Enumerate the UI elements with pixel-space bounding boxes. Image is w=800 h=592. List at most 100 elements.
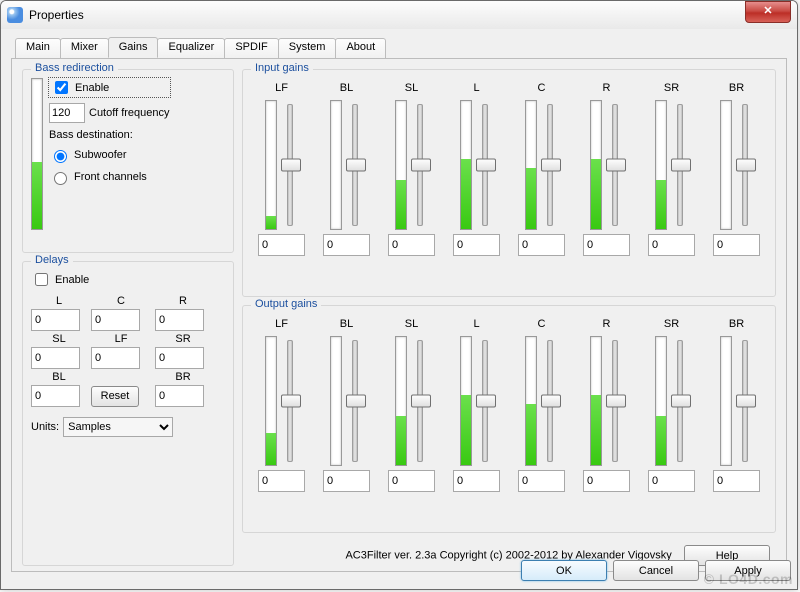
group-input-gains: Input gains LFBLSLLCRSRBR — [242, 69, 776, 297]
delays-enable-checkbox[interactable]: Enable — [31, 270, 225, 289]
input-value-input-C[interactable] — [518, 234, 565, 256]
delay-label-L: L — [31, 295, 87, 307]
input-channel-label-BR: BR — [729, 82, 744, 96]
output-value-input-SR[interactable] — [648, 470, 695, 492]
delay-input-SR[interactable] — [155, 347, 204, 369]
output-value-input-R[interactable] — [583, 470, 630, 492]
input-value-input-SR[interactable] — [648, 234, 695, 256]
cancel-button[interactable]: Cancel — [613, 560, 699, 581]
output-value-input-BR[interactable] — [713, 470, 760, 492]
input-channel-SL: SL — [381, 82, 442, 256]
output-slider-SL[interactable] — [411, 336, 429, 466]
bass-dest-front[interactable]: Front channels — [49, 169, 170, 185]
tab-mixer[interactable]: Mixer — [60, 38, 109, 59]
cutoff-frequency-input[interactable] — [49, 103, 85, 123]
delay-input-LF[interactable] — [91, 347, 140, 369]
delay-label-SR: SR — [155, 333, 211, 345]
delay-label-R: R — [155, 295, 211, 307]
group-bass-redirect: Bass redirection Enable — [22, 69, 234, 253]
bass-level-meter — [31, 78, 43, 230]
output-slider-C[interactable] — [541, 336, 559, 466]
tab-gains[interactable]: Gains — [108, 37, 159, 58]
output-value-input-L[interactable] — [453, 470, 500, 492]
output-slider-SR[interactable] — [671, 336, 689, 466]
delay-label-C: C — [91, 295, 151, 307]
input-value-input-BL[interactable] — [323, 234, 370, 256]
bass-enable-checkbox[interactable]: Enable — [49, 78, 170, 97]
output-value-input-SL[interactable] — [388, 470, 435, 492]
input-value-input-LF[interactable] — [258, 234, 305, 256]
input-channel-label-C: C — [538, 82, 546, 96]
input-channel-label-L: L — [473, 82, 479, 96]
output-channel-label-BR: BR — [729, 318, 744, 332]
delay-input-BR[interactable] — [155, 385, 204, 407]
input-value-input-SL[interactable] — [388, 234, 435, 256]
close-button[interactable]: ✕ — [745, 1, 791, 23]
app-icon — [7, 7, 23, 23]
input-slider-LF[interactable] — [281, 100, 299, 230]
output-channel-SL: SL — [381, 318, 442, 492]
delay-input-SL[interactable] — [31, 347, 80, 369]
titlebar[interactable]: Properties ✕ — [1, 1, 797, 30]
output-meter-R — [590, 336, 602, 466]
input-meter-SR — [655, 100, 667, 230]
output-meter-BR — [720, 336, 732, 466]
output-channel-label-SL: SL — [405, 318, 418, 332]
input-slider-BL[interactable] — [346, 100, 364, 230]
output-slider-R[interactable] — [606, 336, 624, 466]
output-meter-L — [460, 336, 472, 466]
input-slider-C[interactable] — [541, 100, 559, 230]
input-value-input-L[interactable] — [453, 234, 500, 256]
legend-delays: Delays — [31, 254, 73, 266]
input-slider-R[interactable] — [606, 100, 624, 230]
input-meter-BL — [330, 100, 342, 230]
input-slider-SL[interactable] — [411, 100, 429, 230]
input-meter-LF — [265, 100, 277, 230]
delays-enable-label: Enable — [55, 274, 89, 286]
input-slider-L[interactable] — [476, 100, 494, 230]
output-value-input-C[interactable] — [518, 470, 565, 492]
delay-label-SL: SL — [31, 333, 87, 345]
tab-system[interactable]: System — [278, 38, 337, 59]
output-meter-LF — [265, 336, 277, 466]
delay-input-C[interactable] — [91, 309, 140, 331]
apply-button[interactable]: Apply — [705, 560, 791, 581]
delays-reset-button[interactable]: Reset — [91, 386, 139, 407]
input-value-input-BR[interactable] — [713, 234, 760, 256]
output-channel-SR: SR — [641, 318, 702, 492]
tab-page-gains: Bass redirection Enable — [11, 58, 787, 572]
output-channel-label-BL: BL — [340, 318, 353, 332]
output-meter-BL — [330, 336, 342, 466]
output-channel-R: R — [576, 318, 637, 492]
ok-button[interactable]: OK — [521, 560, 607, 581]
input-channel-LF: LF — [251, 82, 312, 256]
output-value-input-LF[interactable] — [258, 470, 305, 492]
output-channel-label-L: L — [473, 318, 479, 332]
output-channel-LF: LF — [251, 318, 312, 492]
delay-input-R[interactable] — [155, 309, 204, 331]
input-slider-BR[interactable] — [736, 100, 754, 230]
delay-input-L[interactable] — [31, 309, 80, 331]
delay-input-BL[interactable] — [31, 385, 80, 407]
tab-spdif[interactable]: SPDIF — [224, 38, 278, 59]
delay-units-label: Units: — [31, 421, 59, 433]
output-channel-label-C: C — [538, 318, 546, 332]
tab-about[interactable]: About — [335, 38, 386, 59]
input-value-input-R[interactable] — [583, 234, 630, 256]
output-slider-BL[interactable] — [346, 336, 364, 466]
input-slider-SR[interactable] — [671, 100, 689, 230]
output-value-input-BL[interactable] — [323, 470, 370, 492]
input-channel-label-LF: LF — [275, 82, 288, 96]
input-channel-BR: BR — [706, 82, 767, 256]
output-slider-L[interactable] — [476, 336, 494, 466]
tab-main[interactable]: Main — [15, 38, 61, 59]
dialog-buttons: OK Cancel Apply — [521, 560, 791, 581]
bass-dest-subwoofer[interactable]: Subwoofer — [49, 147, 170, 163]
output-channel-C: C — [511, 318, 572, 492]
group-delays: Delays Enable L C R SL — [22, 261, 234, 566]
output-slider-LF[interactable] — [281, 336, 299, 466]
tab-equalizer[interactable]: Equalizer — [157, 38, 225, 59]
delay-units-select[interactable]: Samples — [63, 417, 173, 437]
window: Properties ✕ MainMixerGainsEqualizerSPDI… — [0, 0, 798, 590]
output-slider-BR[interactable] — [736, 336, 754, 466]
